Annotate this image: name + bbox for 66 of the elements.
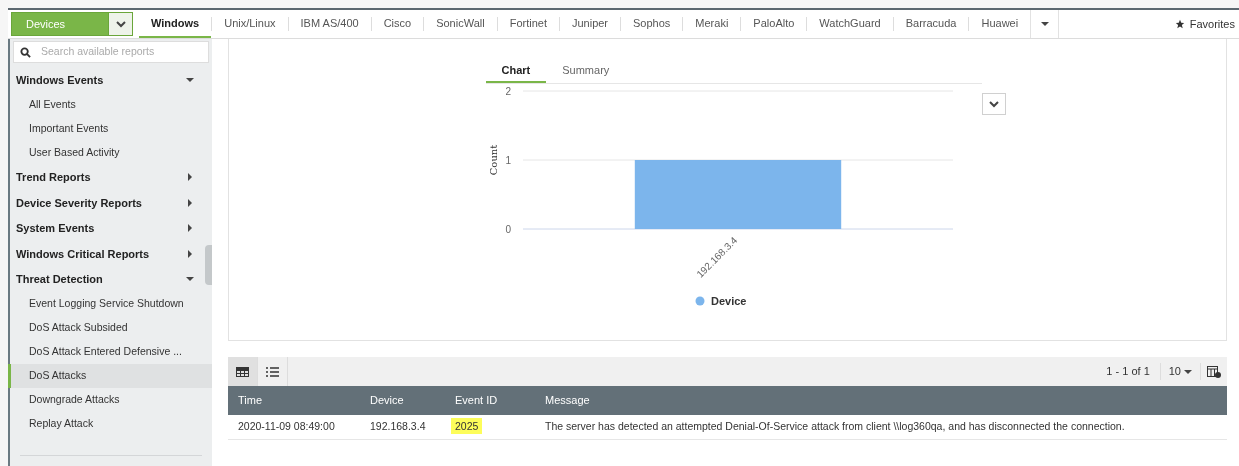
view-tab[interactable]: Chart [485, 59, 547, 83]
sidebar-item[interactable]: Downgrade Attacks [8, 388, 212, 412]
vendor-tab[interactable]: Unix/Linux [212, 10, 288, 38]
sidebar-group[interactable]: Windows Events [10, 67, 204, 93]
sidebar-item[interactable]: Event Logging Service Shutdown [8, 292, 212, 316]
more-tabs-button[interactable] [1030, 10, 1060, 38]
page-size-select[interactable]: 10 [1160, 363, 1201, 380]
search-field[interactable]: Search available reports [13, 41, 209, 63]
column-settings-icon[interactable] [1207, 365, 1221, 378]
sidebar-item[interactable]: User Based Activity [8, 140, 212, 165]
caret-icon [186, 173, 194, 182]
search-input[interactable]: Search available reports [41, 44, 202, 60]
vendor-tab[interactable]: WatchGuard [807, 10, 893, 38]
vendor-tab[interactable]: Meraki [683, 10, 741, 38]
table-cell: 2025 [451, 418, 483, 435]
chevron-down-icon [115, 20, 126, 28]
table-cell: The server has detected an attempted Denial-Of-Service attack from client \\log360qa, and has disconnected the connection. [545, 420, 1125, 433]
sidebar-group[interactable]: Device Severity Reports [10, 190, 204, 216]
legend-label: Device [710, 295, 746, 307]
search-icon [20, 46, 31, 58]
caret-icon [186, 224, 194, 233]
caret-icon [186, 249, 194, 258]
favorites-button[interactable]: Favorites [1174, 15, 1239, 33]
sidebar-group[interactable]: Trend Reports [10, 164, 204, 190]
sidebar-item[interactable]: DoS Attack Subsided [8, 316, 212, 340]
view-tab[interactable]: Summary [546, 59, 626, 83]
sidebar-item[interactable]: All Events [8, 92, 212, 117]
caret-icon [186, 275, 194, 284]
caret-icon [186, 75, 194, 84]
column-header: Event ID [454, 393, 499, 409]
dropdown-button[interactable] [981, 93, 1006, 115]
list-icon [266, 366, 279, 377]
caret-icon [186, 198, 194, 207]
caret-icon [1184, 367, 1192, 376]
sidebar-item[interactable]: DoS Attack Entered Defensive ... [8, 340, 212, 364]
axis-title: Count [487, 144, 499, 176]
vendor-tab[interactable]: Barracuda [893, 10, 969, 38]
sidebar-item[interactable]: Replay Attack [8, 412, 212, 436]
vendor-tab[interactable]: Cisco [371, 10, 424, 38]
table-cell: 192.168.3.4 [370, 420, 426, 433]
column-header: Device [369, 393, 405, 409]
vendor-tab[interactable]: Fortinet [497, 10, 559, 38]
vendor-tab[interactable]: Juniper [559, 10, 621, 38]
table-cell: 2020-11-09 08:49:00 [238, 420, 335, 433]
table-icon [236, 366, 249, 377]
chevron-down-icon [988, 100, 999, 108]
table-view-button[interactable] [228, 357, 258, 386]
axis-tick-label: 2 [504, 86, 511, 97]
column-header: Message [544, 393, 591, 409]
vendor-tab[interactable]: PaloAlto [741, 10, 807, 38]
vendor-tab[interactable]: SonicWall [424, 10, 497, 38]
sidebar-group[interactable]: Threat Detection [10, 266, 204, 292]
vendor-tab[interactable]: Sophos [621, 10, 683, 38]
sidebar-group[interactable]: Windows Critical Reports [10, 241, 204, 267]
collapse-handle[interactable] [205, 245, 212, 285]
sidebar-group[interactable]: System Events [10, 215, 204, 241]
star-icon [1174, 19, 1185, 29]
axis-tick-label: 1 [504, 155, 511, 166]
vendor-tab[interactable]: IBM AS/400 [288, 10, 371, 38]
pagination-label: 1 - 1 of 1 [1106, 363, 1161, 380]
caret-icon [1040, 20, 1049, 28]
sidebar-item[interactable]: DoS Attacks [8, 364, 212, 388]
vendor-tab[interactable]: Huawei [969, 10, 1031, 38]
axis-tick-label: 0 [504, 224, 511, 235]
column-header: Time [237, 393, 264, 409]
sidebar-item[interactable]: Important Events [8, 116, 212, 141]
